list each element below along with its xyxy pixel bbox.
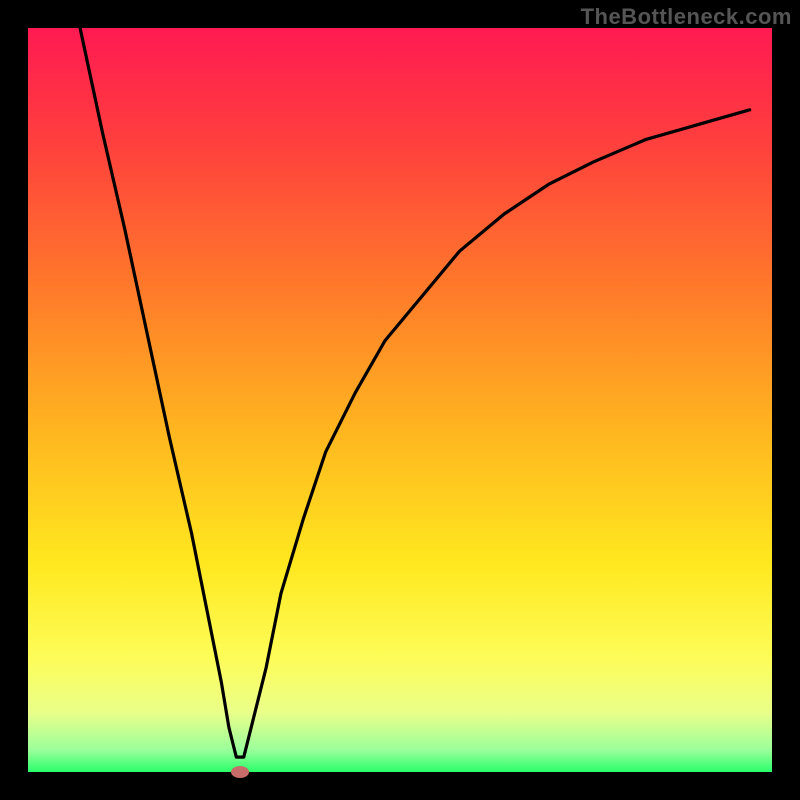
chart-plot-area	[28, 28, 772, 772]
watermark-text: TheBottleneck.com	[581, 4, 792, 30]
optimal-point-marker	[231, 766, 249, 778]
bottleneck-chart	[0, 0, 800, 800]
chart-container: TheBottleneck.com	[0, 0, 800, 800]
